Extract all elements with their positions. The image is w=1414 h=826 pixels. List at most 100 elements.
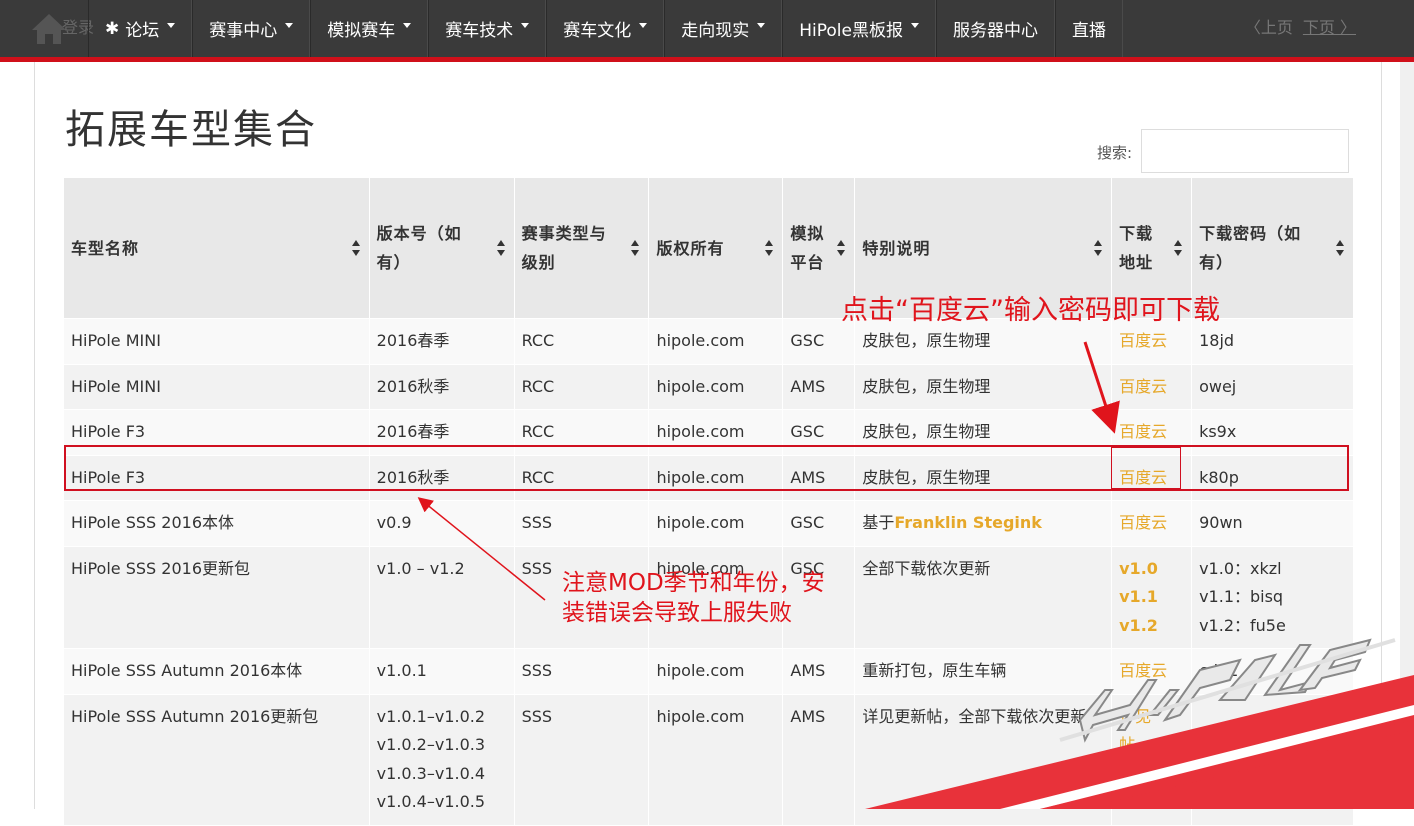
- download-link-cell-line[interactable]: v1.1: [1119, 583, 1184, 612]
- column-header-0[interactable]: 车型名称: [63, 177, 370, 319]
- download-link-cell: 百度云: [1111, 409, 1193, 456]
- search-label: 搜索:: [1097, 144, 1133, 162]
- note-cell: 皮肤包，原生物理: [854, 409, 1113, 456]
- version-cell: 2016春季: [368, 409, 515, 456]
- sort-icon[interactable]: [1335, 239, 1345, 257]
- password-cell: ks9x: [1191, 409, 1354, 456]
- download-link-cell-line[interactable]: 百度云: [1119, 373, 1184, 402]
- caret-down-icon: [639, 23, 648, 28]
- password-cell-line: v1.0：xkzl: [1199, 558, 1282, 578]
- nav-item-3[interactable]: 赛车技术: [428, 0, 547, 57]
- author-link[interactable]: Franklin Stegink: [894, 513, 1042, 532]
- search-input[interactable]: [1141, 129, 1349, 173]
- nav-item-label: HiPole黑板报: [799, 21, 903, 41]
- prev-next-links: 〈上页 下页 〉: [1245, 14, 1356, 38]
- download-link-cell: 详见帖: [1111, 693, 1193, 826]
- model-name-cell: HiPole SSS 2016更新包: [63, 545, 370, 649]
- download-link-cell: 百度云: [1111, 500, 1193, 547]
- nav-item-6[interactable]: HiPole黑板报: [782, 0, 936, 57]
- download-link-cell-line[interactable]: 百度云: [1119, 327, 1184, 356]
- nav-item-8[interactable]: 直播: [1055, 0, 1123, 57]
- race-type-cell: RCC: [513, 454, 650, 501]
- note-cell: 详见更新帖，全部下载依次更新: [854, 693, 1113, 826]
- password-cell-line: ks9x: [1199, 422, 1237, 441]
- caret-down-icon: [285, 23, 294, 28]
- nav-item-0[interactable]: ✱ 论坛: [88, 0, 193, 57]
- version-cell: v1.0 – v1.2: [368, 545, 515, 649]
- column-header-label: 版权所有: [656, 238, 725, 258]
- version-cell: 2016秋季: [368, 363, 515, 410]
- column-header-label: 版本号（如有）: [376, 224, 462, 272]
- caret-down-icon: [521, 23, 530, 28]
- column-header-1[interactable]: 版本号（如有）: [368, 177, 515, 319]
- owner-cell: hipole.com: [648, 409, 784, 456]
- nav-item-7[interactable]: 服务器中心: [936, 0, 1055, 57]
- password-cell-line: owej: [1199, 376, 1237, 396]
- model-name-cell: HiPole F3: [63, 409, 370, 456]
- table-row: HiPole F3 2016春季 RCC hipole.com GSC 皮肤包，原生物理百…: [63, 409, 1354, 456]
- annotation-warning-line2: 装错误会导致上服失败: [562, 600, 792, 626]
- scrollbar[interactable]: [1400, 62, 1414, 809]
- caret-down-icon: [757, 23, 766, 28]
- password-cell-line: cd12: [1199, 661, 1239, 680]
- password-cell: v1.0：xkzl v1.1：bisq v1.2：fu5e: [1191, 545, 1354, 649]
- table-row: HiPole F3 2016秋季 RCC hipole.com AMS 皮肤包，原生物理百…: [63, 454, 1354, 501]
- column-header-2[interactable]: 赛事类型与级别: [513, 177, 650, 319]
- caret-down-icon: [911, 23, 919, 28]
- download-link-cell-line[interactable]: 百度云: [1119, 464, 1184, 493]
- note-cell: 基于Franklin Stegink: [854, 500, 1113, 547]
- annotation-season-warning: 注意MOD季节和年份，安 装错误会导致上服失败: [562, 568, 825, 628]
- password-cell-line: k80p: [1199, 467, 1239, 487]
- download-link-cell-line[interactable]: 帖: [1119, 731, 1184, 760]
- column-header-label: 下载地址: [1119, 224, 1154, 272]
- version-cell-line: 2016春季: [376, 422, 450, 441]
- download-link-cell: 百度云: [1111, 648, 1193, 695]
- download-link-cell-line[interactable]: 百度云: [1119, 509, 1184, 538]
- model-name-cell: HiPole F3: [63, 454, 370, 501]
- download-link-cell-line[interactable]: 百度云: [1119, 657, 1184, 686]
- nav-item-1[interactable]: 赛事中心: [192, 0, 311, 57]
- caret-down-icon: [167, 23, 176, 28]
- content-area: 拓展车型集合 搜索: 车型名称 版本号（如有） 赛事类型与级别 版权所有 模拟平台 特别说…: [34, 62, 1382, 826]
- note-cell: 全部下载依次更新: [854, 545, 1113, 649]
- nav-item-5[interactable]: 走向现实: [664, 0, 783, 57]
- column-header-label: 模拟平台: [790, 224, 825, 272]
- version-cell-line: v1.0.1–v1.0.2: [376, 706, 486, 726]
- prev-page-link[interactable]: 〈上页: [1245, 18, 1293, 37]
- sort-icon[interactable]: [1093, 239, 1103, 257]
- owner-cell: hipole.com: [648, 318, 784, 365]
- version-cell: v1.0.1: [368, 648, 515, 695]
- platform-cell: GSC: [782, 500, 856, 547]
- nav-item-2[interactable]: 模拟赛车: [310, 0, 429, 57]
- platform-cell: AMS: [782, 454, 856, 501]
- column-header-label: 车型名称: [71, 238, 140, 258]
- note-cell: 重新打包，原生车辆: [854, 648, 1113, 695]
- model-name-cell: HiPole SSS 2016本体: [63, 500, 370, 547]
- sort-icon[interactable]: [496, 239, 506, 257]
- owner-cell: hipole.com: [648, 454, 784, 501]
- password-cell-line: v1.1：bisq: [1199, 587, 1284, 606]
- top-navbar: 登录 ✱ 论坛 赛事中心 模拟赛车 赛车技术 赛车文化 走向现实 HiPole黑板报 服务器中心…: [0, 0, 1414, 62]
- model-name-cell: HiPole SSS Autumn 2016本体: [63, 648, 370, 695]
- column-header-3[interactable]: 版权所有: [648, 177, 784, 319]
- password-cell: cd12: [1191, 648, 1354, 695]
- asterisk-icon: ✱: [105, 18, 120, 39]
- next-page-link[interactable]: 下页 〉: [1303, 18, 1356, 37]
- sort-icon[interactable]: [630, 239, 640, 257]
- download-link-cell-line[interactable]: v1.0: [1119, 555, 1184, 584]
- platform-cell: AMS: [782, 693, 856, 826]
- version-cell-line: v1.0.4–v1.0.5: [376, 792, 486, 811]
- caret-down-icon: [403, 23, 412, 28]
- nav-item-4[interactable]: 赛车文化: [546, 0, 665, 57]
- note-cell: 皮肤包，原生物理: [854, 363, 1113, 410]
- download-link-cell-line[interactable]: 详见: [1119, 703, 1184, 732]
- nav-item-label: 直播: [1072, 21, 1106, 41]
- sort-icon[interactable]: [764, 239, 774, 257]
- nav-item-label: 论坛: [125, 21, 160, 41]
- sort-icon[interactable]: [351, 239, 361, 257]
- sort-icon[interactable]: [836, 239, 846, 257]
- sort-icon[interactable]: [1173, 239, 1183, 257]
- download-link-cell-line[interactable]: v1.2: [1119, 612, 1184, 641]
- download-link-cell-line[interactable]: 百度云: [1119, 418, 1184, 447]
- version-cell-line: v1.0 – v1.2: [376, 558, 465, 578]
